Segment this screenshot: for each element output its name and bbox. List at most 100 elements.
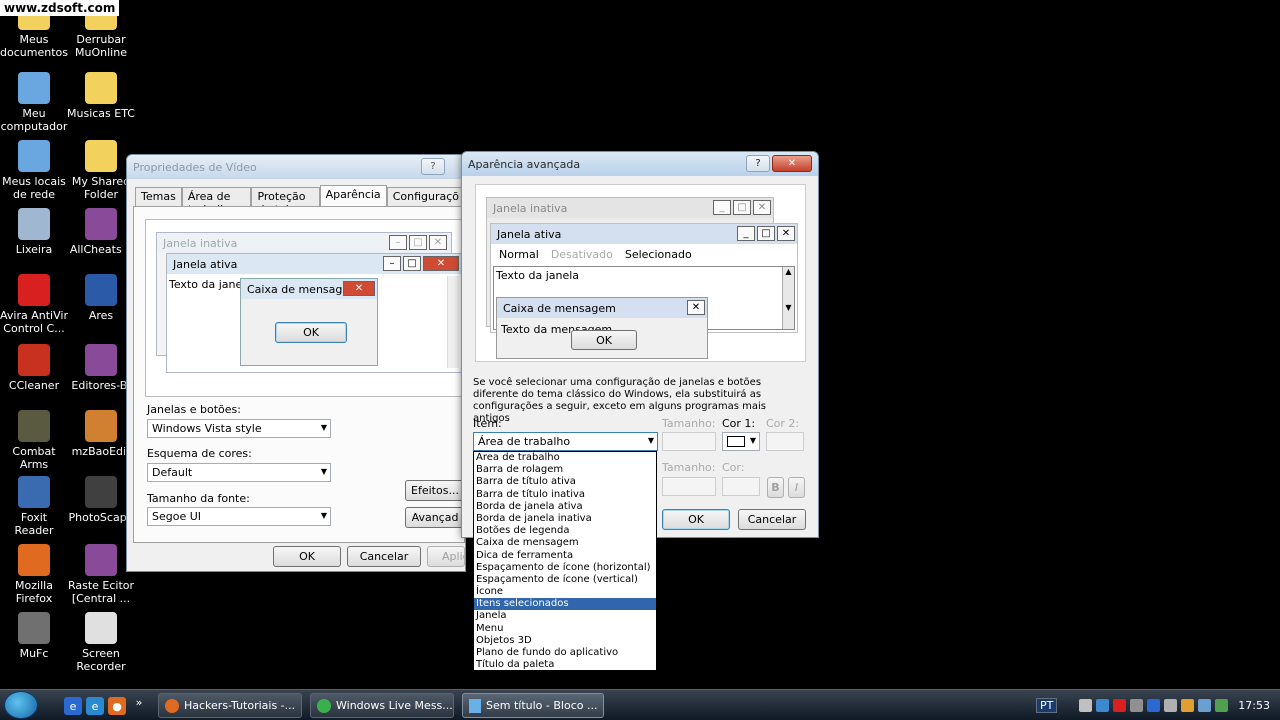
- help-button[interactable]: ?: [746, 155, 770, 172]
- close-button[interactable]: ✕: [772, 155, 812, 172]
- ie-icon[interactable]: e: [86, 697, 104, 715]
- dropdown-option[interactable]: Título da paleta: [474, 659, 656, 671]
- desktop-icon[interactable]: PhotoScape: [67, 476, 135, 524]
- desktop-icon-label: Meu computador: [0, 107, 68, 133]
- quicklaunch-overflow[interactable]: »: [130, 693, 148, 711]
- color1-picker[interactable]: ▼: [722, 432, 760, 451]
- display-properties-titlebar[interactable]: Propriedades de Vídeo ?: [127, 155, 465, 179]
- folder-icon: [85, 140, 117, 172]
- start-button[interactable]: [4, 691, 38, 719]
- desktop-icon[interactable]: Meus locais de rede: [0, 140, 68, 201]
- color2-picker[interactable]: [766, 432, 804, 451]
- font-size-select[interactable]: [662, 477, 716, 496]
- desktop-icon[interactable]: Lixeira: [0, 208, 68, 256]
- adv-preview-msgbox-titlebar: Caixa de mensagem ✕: [497, 298, 707, 318]
- ok-button[interactable]: OK: [662, 509, 730, 530]
- adv-preview-menubar: Normal Desativado Selecionado: [499, 248, 692, 261]
- dropdown-option[interactable]: Barra de título inativa: [474, 489, 656, 501]
- italic-button[interactable]: I: [788, 477, 805, 498]
- color-scheme-select[interactable]: Default ▼: [147, 463, 331, 482]
- tab-aparencia[interactable]: Aparência: [319, 185, 387, 206]
- tray-icon[interactable]: [1181, 698, 1195, 712]
- desktop-icon[interactable]: Foxit Reader: [0, 476, 68, 537]
- font-size-label: Tamanho da fonte:: [147, 492, 250, 505]
- dropdown-option[interactable]: Objetos 3D: [474, 635, 656, 647]
- tray-icon[interactable]: [1147, 698, 1161, 712]
- adv-preview-inactive-title: Janela inativa: [493, 201, 568, 215]
- advanced-appearance-titlebar[interactable]: Aparência avançada ? ✕: [462, 152, 818, 176]
- taskbar: e e ● » Hackers-Tutoriais -... Windows L…: [0, 689, 1280, 720]
- desktop-icon[interactable]: Editores-BI: [67, 344, 135, 392]
- size-spinner[interactable]: [662, 432, 716, 451]
- font-size-select[interactable]: Segoe UI ▼: [147, 507, 331, 526]
- desktop-icon[interactable]: Ares: [67, 274, 135, 322]
- desktop-icon[interactable]: Combat Arms: [0, 410, 68, 471]
- advanced-button[interactable]: Avançad: [405, 507, 465, 528]
- desktop-icon[interactable]: MuFc: [0, 612, 68, 660]
- effects-button[interactable]: Efeitos...: [405, 480, 465, 501]
- task-firefox[interactable]: Hackers-Tutoriais -...: [158, 693, 302, 718]
- desktop-icon-label: Ares: [88, 309, 114, 322]
- windows-buttons-value: Windows Vista style: [152, 422, 262, 435]
- dropdown-option[interactable]: Caixa de mensagem: [474, 537, 656, 549]
- tray-icon[interactable]: [1079, 698, 1093, 712]
- tab-temas[interactable]: Temas: [135, 187, 182, 206]
- tab-protecao-de-tela[interactable]: Proteção de tela: [251, 187, 320, 216]
- firefox-icon[interactable]: ●: [108, 697, 126, 715]
- dropdown-option[interactable]: Espaçamento de ícone (vertical): [474, 574, 656, 586]
- chevron-down-icon: ▼: [749, 436, 756, 445]
- dropdown-option[interactable]: Janela: [474, 610, 656, 622]
- mzbaoedit-icon: [85, 410, 117, 442]
- dropdown-option[interactable]: Ícone: [474, 586, 656, 598]
- desktop-icon[interactable]: AllCheats 1: [67, 208, 135, 256]
- ok-button[interactable]: OK: [273, 546, 341, 567]
- folder-icon: [85, 72, 117, 104]
- cancel-button[interactable]: Cancelar: [347, 546, 421, 567]
- color-scheme-value: Default: [152, 466, 193, 479]
- dropdown-option[interactable]: Menu: [474, 623, 656, 635]
- task-notepad[interactable]: Sem título - Bloco ...: [462, 693, 604, 718]
- volume-icon[interactable]: [1164, 698, 1178, 712]
- tray-icon[interactable]: [1096, 698, 1110, 712]
- dropdown-option[interactable]: Itens selecionados: [474, 598, 656, 611]
- dropdown-option[interactable]: Barra de título ativa: [474, 476, 656, 488]
- tray-icon[interactable]: [1130, 698, 1144, 712]
- desktop-icon[interactable]: Musicas ETC: [67, 72, 135, 120]
- desktop-icon[interactable]: Meu computador: [0, 72, 68, 133]
- desktop-icon[interactable]: mzBaoEdit: [67, 410, 135, 458]
- avira-icon[interactable]: [1113, 698, 1127, 712]
- cancel-button[interactable]: Cancelar: [738, 509, 806, 530]
- dropdown-option[interactable]: Área de trabalho: [474, 452, 656, 464]
- dropdown-option[interactable]: Dica de ferramenta: [474, 550, 656, 562]
- apply-button[interactable]: Aplicar: [427, 546, 465, 567]
- dropdown-option[interactable]: Borda de janela ativa: [474, 501, 656, 513]
- task-messenger[interactable]: Windows Live Mess...: [310, 693, 454, 718]
- item-select[interactable]: Área de trabalho ▼: [473, 432, 658, 451]
- clock[interactable]: 17:53: [1238, 699, 1270, 712]
- tray-icon[interactable]: [1215, 698, 1229, 712]
- desktop-icon[interactable]: My Shared Folder: [67, 140, 135, 201]
- desktop-icon[interactable]: Mozilla Firefox: [0, 544, 68, 605]
- dropdown-option[interactable]: Barra de rolagem: [474, 464, 656, 476]
- ie-icon[interactable]: e: [64, 697, 82, 715]
- dropdown-option[interactable]: Borda de janela inativa: [474, 513, 656, 525]
- tab-area-de-trabalho[interactable]: Área de trabalho: [181, 187, 252, 216]
- dropdown-option[interactable]: Plano de fundo do aplicativo: [474, 647, 656, 659]
- adv-preview-msgbox-ok: OK: [571, 330, 637, 350]
- tab-configuracoes[interactable]: Configuraçõ: [386, 187, 465, 206]
- dropdown-option[interactable]: Botões de legenda: [474, 525, 656, 537]
- windows-buttons-select[interactable]: Windows Vista style ▼: [147, 419, 331, 438]
- desktop-icon[interactable]: CCleaner: [0, 344, 68, 392]
- desktop-icon[interactable]: Avira AntiVir Control C...: [0, 274, 68, 335]
- network-icon[interactable]: [1198, 698, 1212, 712]
- desktop-icon[interactable]: Screen Recorder: [67, 612, 135, 673]
- font-color-picker[interactable]: [722, 477, 760, 496]
- dropdown-option[interactable]: Espaçamento de ícone (horizontal): [474, 562, 656, 574]
- color1-label: Cor 1:: [722, 417, 756, 430]
- language-indicator[interactable]: PT: [1035, 697, 1058, 713]
- desktop-icon[interactable]: Raste Ecitor [Central ...: [67, 544, 135, 605]
- chevron-down-icon: ▼: [320, 467, 327, 476]
- task-label: Windows Live Mess...: [336, 699, 453, 712]
- bold-button[interactable]: B: [767, 477, 784, 498]
- help-button[interactable]: ?: [421, 158, 445, 175]
